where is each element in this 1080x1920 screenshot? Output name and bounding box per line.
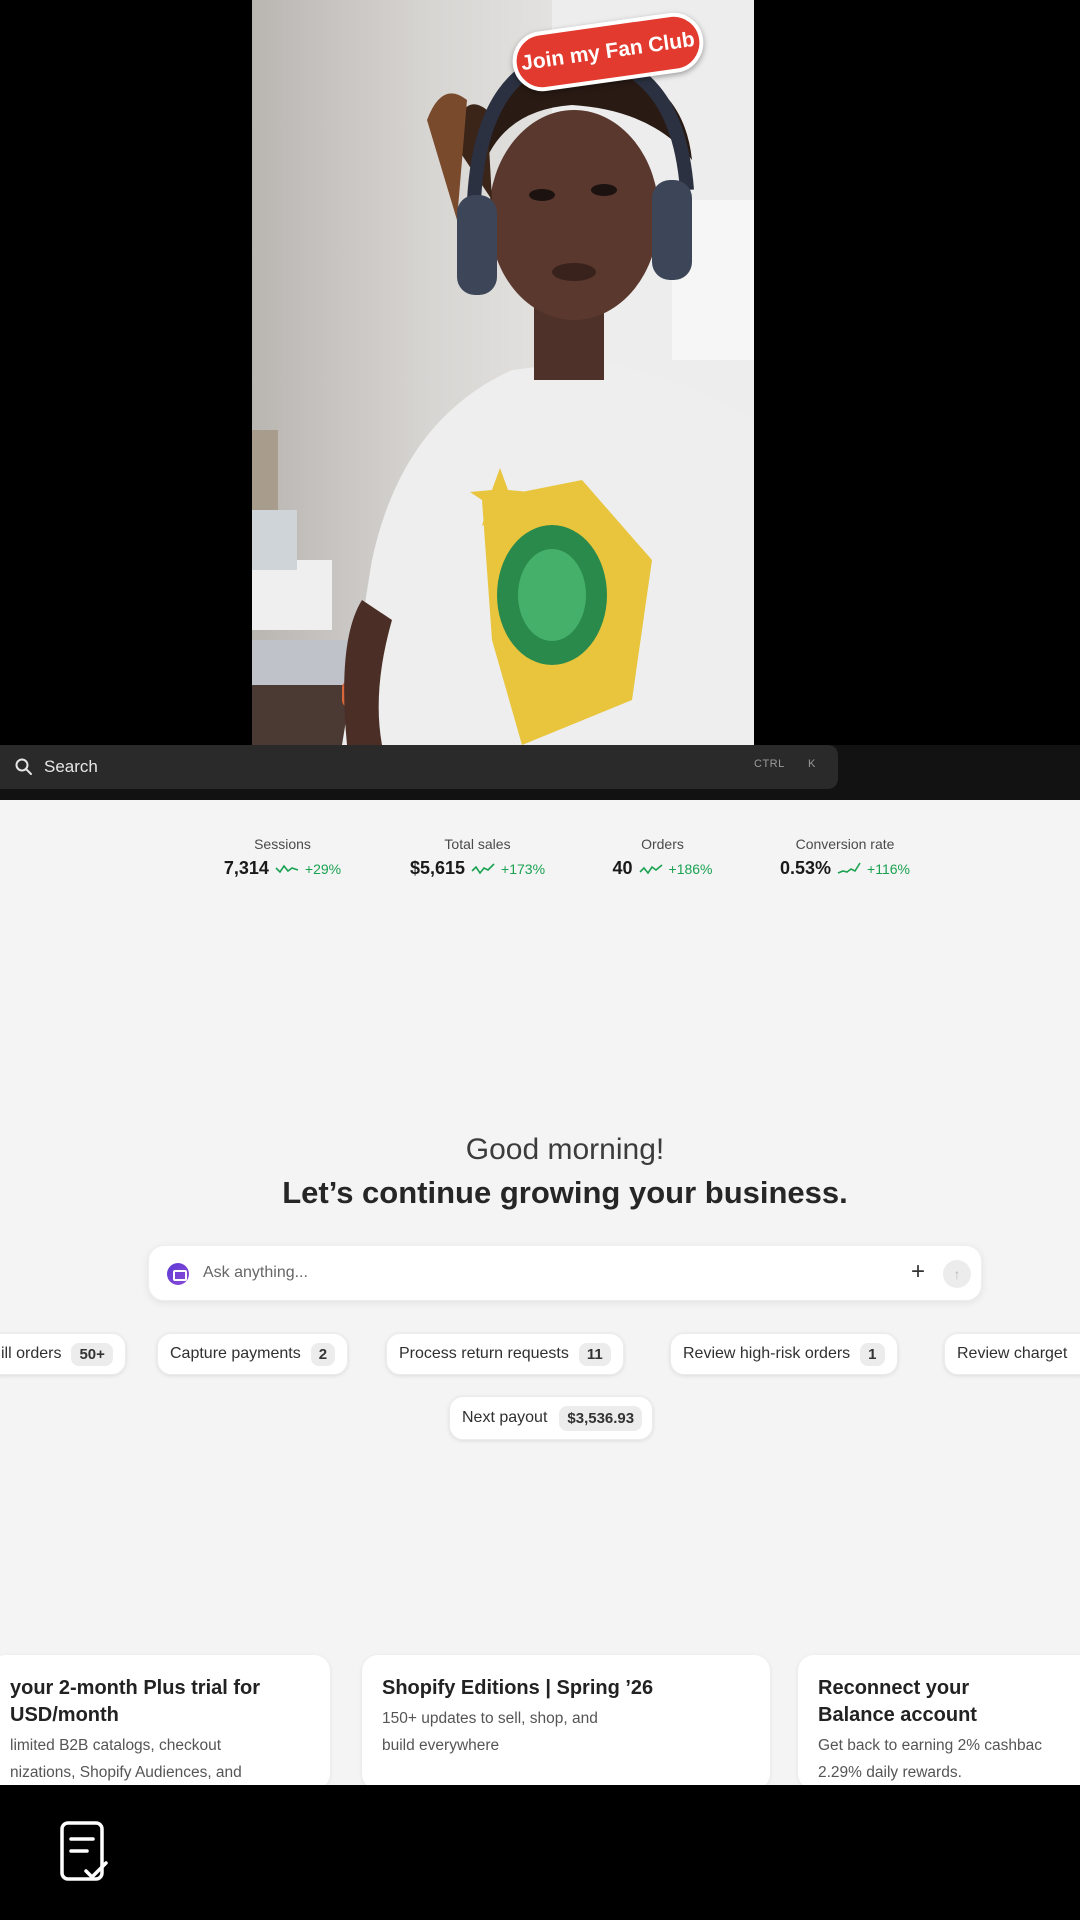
card-title: Shopify Editions | Spring ’26 (382, 1677, 654, 1699)
sparkline-icon (638, 863, 663, 874)
card-shopify-editions[interactable]: Shopify Editions | Spring ’26 150+ updat… (362, 1655, 770, 1785)
chip-process-returns[interactable]: Process return requests 11 (386, 1333, 624, 1375)
admin-home: Sessions 7,314 +29% Total sales $5,615 +… (0, 800, 1080, 1785)
greeting-heading: Good morning! (465, 1133, 665, 1166)
assistant-ask-input[interactable]: Ask anything... + ↑ (148, 1245, 982, 1301)
payout-amount: $3,536.93 (559, 1405, 643, 1431)
metric-sessions[interactable]: Sessions 7,314 +29% (205, 836, 360, 879)
metric-change: +29% (304, 860, 342, 877)
live-video-frame: Join my Fan Club (252, 0, 754, 745)
send-button[interactable]: ↑ (943, 1260, 971, 1288)
metric-label: Total sales (444, 836, 511, 852)
chip-label: Process return requests (399, 1345, 569, 1362)
metric-conversion-rate[interactable]: Conversion rate 0.53% +116% (760, 836, 930, 879)
chip-count: 2 (310, 1342, 336, 1366)
bottom-bar (0, 1785, 1080, 1920)
greeting-subheading: Let’s continue growing your business. (282, 1175, 848, 1210)
notes-check-icon[interactable] (58, 1819, 112, 1887)
streamer-video-image (252, 0, 754, 745)
chip-label: Capture payments (170, 1345, 301, 1362)
card-body-line2: nizations, Shopify Audiences, and (10, 1764, 242, 1781)
live-video-area: Join my Fan Club (0, 0, 1080, 745)
sparkline-icon (275, 864, 299, 873)
metric-value: 40 (612, 858, 633, 878)
metric-label: Conversion rate (795, 836, 895, 852)
card-title: your 2-month Plus trial for (10, 1677, 261, 1699)
metric-orders[interactable]: Orders 40 +186% (595, 836, 730, 879)
sparkline-icon (471, 862, 495, 874)
chip-count: 11 (578, 1342, 611, 1366)
card-reconnect-balance[interactable]: Reconnect your Balance account Get back … (798, 1655, 1080, 1785)
top-search-bar: Search CTRL K (0, 745, 1080, 800)
metric-value: 7,314 (223, 858, 269, 878)
ask-placeholder: Ask anything... (203, 1264, 308, 1281)
chip-count: 1 (860, 1342, 885, 1366)
card-title: Reconnect your (818, 1677, 970, 1699)
chip-review-chargebacks[interactable]: Review charget (944, 1333, 1080, 1375)
chip-fulfill-orders[interactable]: ill orders 50+ (0, 1333, 126, 1375)
metric-change: +186% (668, 860, 713, 877)
shortcut-k-key: K (808, 758, 816, 770)
chip-capture-payments[interactable]: Capture payments 2 (157, 1333, 349, 1375)
metric-value: 0.53% (780, 858, 832, 878)
metric-label: Sessions (254, 836, 311, 852)
card-title-line2: USD/month (10, 1704, 119, 1726)
card-plus-trial[interactable]: your 2-month Plus trial for USD/month li… (0, 1655, 330, 1785)
card-body: Get back to earning 2% cashbac (818, 1737, 1043, 1754)
task-chips: ill orders 50+ Capture payments 2 Proces… (0, 1333, 1080, 1379)
card-body: 150+ updates to sell, shop, and (382, 1710, 598, 1727)
chip-count: 50+ (71, 1342, 113, 1366)
payout-label: Next payout (462, 1409, 548, 1426)
chip-label: ill orders (1, 1345, 62, 1362)
metric-change: +173% (501, 860, 546, 877)
metric-label: Orders (641, 836, 684, 852)
metric-total-sales[interactable]: Total sales $5,615 +173% (390, 836, 565, 879)
next-payout-chip[interactable]: Next payout $3,536.93 (449, 1396, 654, 1440)
chip-label: Review charget (957, 1345, 1068, 1362)
chip-label: Review high-risk orders (683, 1345, 851, 1362)
search-icon (15, 758, 32, 775)
metric-change: +116% (867, 860, 910, 877)
add-attachment-button[interactable]: + (911, 1258, 925, 1286)
sparkline-icon (837, 862, 861, 874)
card-body: limited B2B catalogs, checkout (10, 1737, 222, 1754)
card-body-line2: 2.29% daily rewards. (818, 1764, 962, 1781)
assistant-logo-icon (167, 1263, 189, 1285)
chip-review-high-risk[interactable]: Review high-risk orders 1 (670, 1333, 898, 1375)
search-input[interactable]: Search CTRL K (0, 745, 838, 789)
card-title-line2: Balance account (818, 1704, 977, 1726)
search-label: Search (44, 757, 98, 776)
metric-value: $5,615 (409, 858, 466, 878)
card-body-line2: build everywhere (382, 1737, 500, 1754)
shortcut-ctrl-key: CTRL (754, 758, 785, 770)
